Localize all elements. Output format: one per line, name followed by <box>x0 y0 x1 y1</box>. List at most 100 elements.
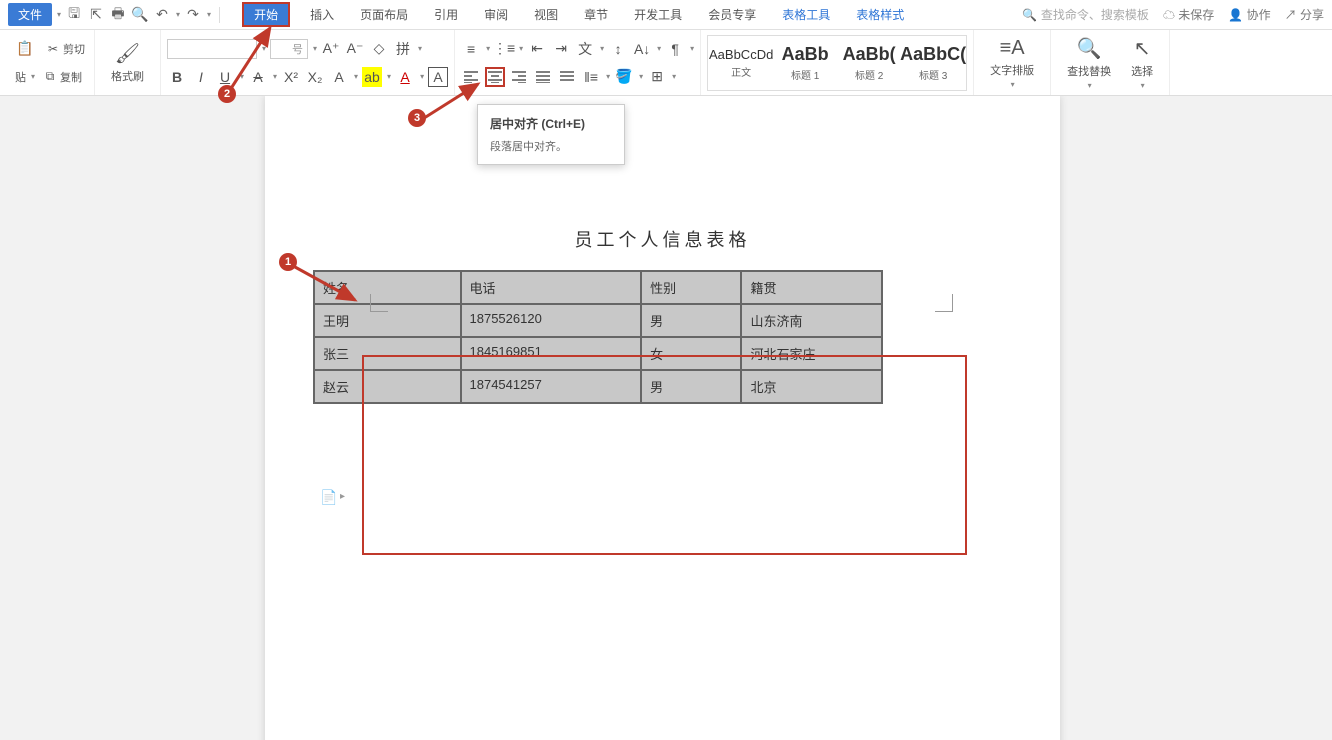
share-button[interactable]: ↗ 分享 <box>1285 6 1324 23</box>
text-layout-button[interactable]: ≡A 文字排版▾ <box>980 33 1044 93</box>
font-group: ▾ 号▾ A⁺ A⁻ ◇ 拼▾ B I U▾ A▾ X² X₂ A▾ ab▾ A… <box>161 30 455 95</box>
tooltip-description: 段落居中对齐。 <box>490 138 612 154</box>
copy-button[interactable]: ⧉复制 <box>39 67 85 87</box>
subscript-icon[interactable]: X₂ <box>305 67 325 87</box>
styles-group: AaBbCcDd 正文 AaBb 标题 1 AaBb( 标题 2 AaBbC( … <box>701 30 974 95</box>
undo-icon[interactable]: ↶ <box>153 6 171 24</box>
text-effect-icon[interactable]: A <box>329 67 349 87</box>
tab-dev-tools[interactable]: 开发工具 <box>628 2 688 27</box>
shrink-font-icon[interactable]: A⁻ <box>345 39 365 59</box>
table-row[interactable]: 王明 1875526120 男 山东济南 <box>314 304 882 337</box>
selection-highlight-box <box>362 355 967 555</box>
collab-button[interactable]: 👤 协作 <box>1228 6 1270 23</box>
header-phone[interactable]: 电话 <box>461 271 642 304</box>
number-list-icon[interactable]: ⋮≡ <box>494 39 514 59</box>
cloud-icon: ☁ <box>1163 8 1175 22</box>
paste-label: 贴 <box>15 69 26 85</box>
line-spacing-icon[interactable]: ‖≡ <box>581 67 601 87</box>
align-left-icon[interactable] <box>461 67 481 87</box>
unsaved-status[interactable]: ☁ 未保存 <box>1163 6 1214 23</box>
tab-view[interactable]: 视图 <box>528 2 564 27</box>
brush-icon: 🖌 <box>115 41 140 66</box>
clear-format-icon[interactable]: ◇ <box>369 39 389 59</box>
char-border-icon[interactable]: A <box>428 67 448 87</box>
strike-icon[interactable]: A <box>248 67 268 87</box>
underline-icon[interactable]: U <box>215 67 235 87</box>
superscript-icon[interactable]: X² <box>281 67 301 87</box>
sort-icon[interactable]: A↓ <box>632 39 652 59</box>
highlight-icon[interactable]: ab <box>362 67 382 87</box>
align-right-icon[interactable] <box>509 67 529 87</box>
header-gender[interactable]: 性别 <box>641 271 741 304</box>
tab-review[interactable]: 审阅 <box>478 2 514 27</box>
font-color-icon[interactable]: A <box>395 67 415 87</box>
style-normal[interactable]: AaBbCcDd 正文 <box>710 38 772 88</box>
topbar-left: 文件▾ 🖫 ⇱ 🖶 🔍 ↶▾ ↷▾ 开始 插入 页面布局 引用 审阅 视图 章节… <box>8 2 910 27</box>
search-icon: 🔍 <box>1022 8 1037 22</box>
paste-button[interactable]: 📋 <box>12 37 38 61</box>
file-menu[interactable]: 文件 <box>8 3 52 26</box>
grow-font-icon[interactable]: A⁺ <box>321 39 341 59</box>
tab-start[interactable]: 开始 <box>242 2 290 27</box>
save-icon[interactable]: 🖫 <box>65 6 83 24</box>
style-heading2[interactable]: AaBb( 标题 2 <box>838 38 900 88</box>
paragraph-group: ≡▾ ⋮≡▾ ⇤ ⇥ 文▾ ↕ A↓▾ ¶▾ ‖≡▾ <box>455 30 701 95</box>
annotation-badge-2: 2 <box>218 85 236 103</box>
paragraph-marker-icon: ▸ <box>340 491 345 502</box>
document-title[interactable]: 员工个人信息表格 <box>305 226 1020 252</box>
text-layout-group: ≡A 文字排版▾ <box>974 30 1051 95</box>
align-justify-icon[interactable] <box>533 67 553 87</box>
shading-icon[interactable]: 🪣 <box>614 67 634 87</box>
bullet-list-icon[interactable]: ≡ <box>461 39 481 59</box>
annotation-badge-1: 1 <box>279 253 297 271</box>
menu-tabs: 开始 插入 页面布局 引用 审阅 视图 章节 开发工具 会员专享 表格工具 表格… <box>242 2 910 27</box>
tab-page-layout[interactable]: 页面布局 <box>354 2 414 27</box>
document-margin-icon[interactable]: 📄 <box>320 489 337 506</box>
style-gallery[interactable]: AaBbCcDd 正文 AaBb 标题 1 AaBb( 标题 2 AaBbC( … <box>707 35 967 91</box>
align-center-icon[interactable] <box>485 67 505 87</box>
export-icon[interactable]: ⇱ <box>87 6 105 24</box>
table-header-row[interactable]: 姓名 电话 性别 籍贯 <box>314 271 882 304</box>
page-corner-mark <box>935 294 953 312</box>
bold-icon[interactable]: B <box>167 67 187 87</box>
cut-button[interactable]: ✂剪切 <box>42 39 88 59</box>
find-replace-button[interactable]: 🔍 查找替换▾ <box>1057 32 1121 94</box>
tooltip-title: 居中对齐 (Ctrl+E) <box>490 115 612 132</box>
decrease-indent-icon[interactable]: ⇤ <box>527 39 547 59</box>
tab-table-style[interactable]: 表格样式 <box>850 2 910 27</box>
print-icon[interactable]: 🖶 <box>109 6 127 24</box>
phonetic-icon[interactable]: 拼 <box>393 39 413 59</box>
share-icon: ↗ <box>1285 8 1297 22</box>
tab-reference[interactable]: 引用 <box>428 2 464 27</box>
show-marks-icon[interactable]: ¶ <box>665 39 685 59</box>
cursor-icon: ↖ <box>1134 36 1151 61</box>
text-layout-icon: ≡A <box>1000 37 1025 60</box>
person-icon: 👤 <box>1228 8 1243 22</box>
increase-indent-icon[interactable]: ⇥ <box>551 39 571 59</box>
ribbon: 📋 ✂剪切 贴▾ ⧉复制 🖌 格式刷 ▾ 号▾ A⁺ A⁻ ◇ 拼▾ B I U… <box>0 30 1332 96</box>
header-origin[interactable]: 籍贯 <box>741 271 882 304</box>
font-name-input[interactable] <box>167 39 257 59</box>
format-painter-button[interactable]: 🖌 格式刷 <box>101 37 154 88</box>
line-spacing-up-icon[interactable]: ↕ <box>608 39 628 59</box>
italic-icon[interactable]: I <box>191 67 211 87</box>
redo-icon[interactable]: ↷ <box>184 6 202 24</box>
style-heading1[interactable]: AaBb 标题 1 <box>774 38 836 88</box>
tab-member[interactable]: 会员专享 <box>702 2 762 27</box>
command-search[interactable]: 🔍 查找命令、搜索模板 <box>1022 6 1149 23</box>
separator <box>219 7 220 23</box>
scissors-icon: ✂ <box>45 41 61 57</box>
tab-chapter[interactable]: 章节 <box>578 2 614 27</box>
preview-icon[interactable]: 🔍 <box>131 6 149 24</box>
style-heading3[interactable]: AaBbC( 标题 3 <box>902 38 964 88</box>
tab-table-tools[interactable]: 表格工具 <box>776 2 836 27</box>
copy-icon: ⧉ <box>42 69 58 85</box>
paste-icon: 📋 <box>15 39 35 59</box>
asian-layout-icon[interactable]: 文 <box>575 39 595 59</box>
border-icon[interactable]: ⊞ <box>647 67 667 87</box>
font-size-input[interactable]: 号 <box>270 39 308 59</box>
align-distribute-icon[interactable] <box>557 67 577 87</box>
page-corner-mark <box>370 294 388 312</box>
tab-insert[interactable]: 插入 <box>304 2 340 27</box>
select-button[interactable]: ↖ 选择▾ <box>1121 32 1163 94</box>
